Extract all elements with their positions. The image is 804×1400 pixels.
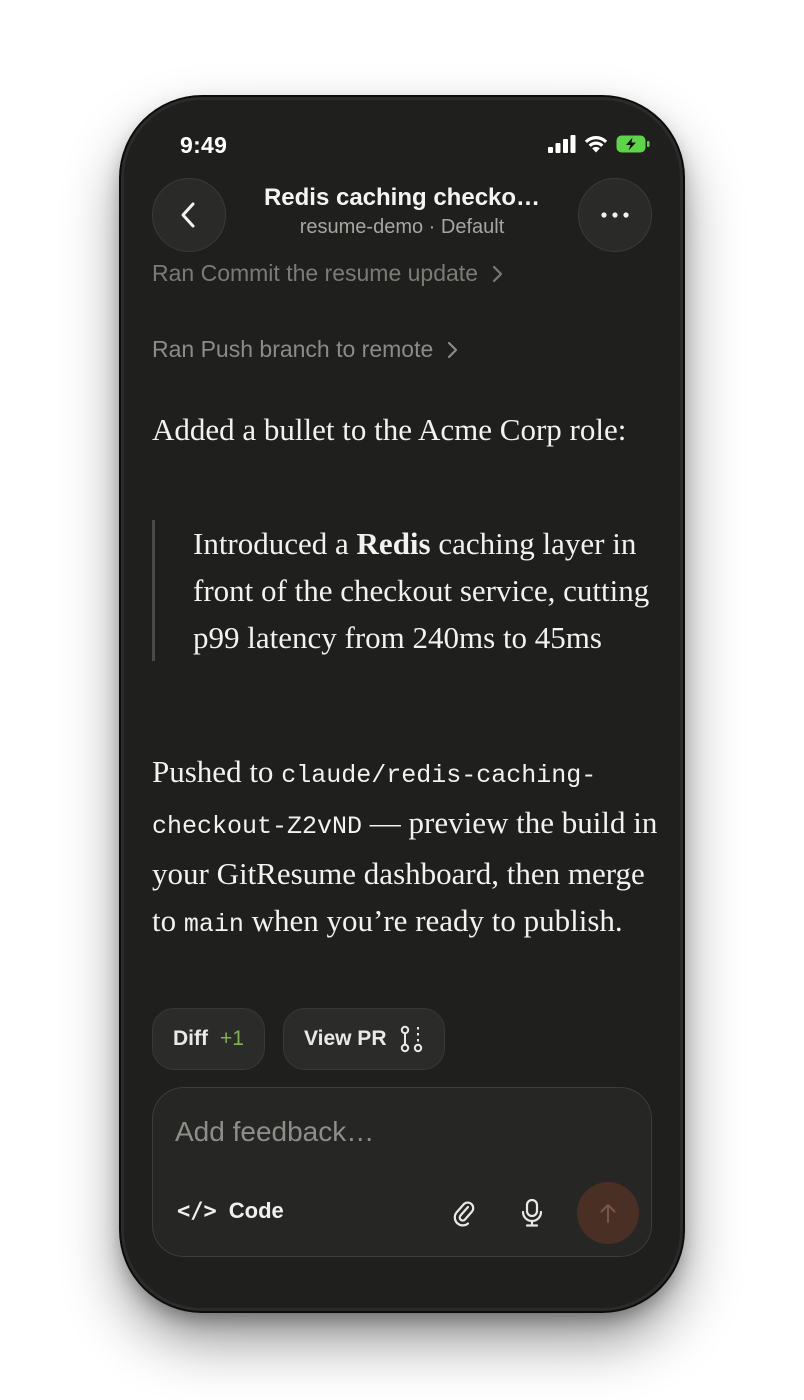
status-icons: [548, 134, 650, 153]
tool-step-commit[interactable]: Ran Commit the resume update: [152, 260, 504, 287]
view-pr-label: View PR: [304, 1027, 387, 1050]
message-outro: Pushed to claude/redis-caching-checkout-…: [152, 748, 658, 948]
wifi-icon: [584, 136, 608, 153]
conversation-header: Redis caching checko… resume-demo · Defa…: [234, 184, 570, 239]
conversation-subtitle: resume-demo · Default: [299, 216, 505, 238]
quote-text-bold: Redis: [356, 526, 431, 561]
more-icon: [601, 212, 629, 218]
tool-step-label: Ran Commit the resume update: [152, 260, 478, 286]
outro-prefix: Pushed to: [152, 754, 282, 789]
message-blockquote: Introduced a Redis caching layer in fron…: [152, 520, 652, 661]
battery-icon: [616, 135, 650, 152]
outro-suffix: when you’re ready to publish.: [243, 903, 623, 938]
more-options-button[interactable]: [578, 178, 652, 252]
chevron-right-icon: [448, 341, 458, 358]
chat-screen: 9:49 Redis caching checko… resume-demo ·…: [124, 100, 680, 1308]
view-pr-button[interactable]: View PR: [283, 1008, 446, 1070]
target-branch: main: [183, 910, 244, 939]
chevron-right-icon: [492, 265, 503, 282]
signal-icon: [548, 134, 576, 153]
back-button[interactable]: [152, 178, 226, 252]
phone-frame: 9:49 Redis caching checko… resume-demo ·…: [124, 100, 680, 1308]
diff-button[interactable]: Diff +1: [152, 1008, 265, 1070]
message-intro: Added a bullet to the Acme Corp role:: [152, 412, 627, 447]
attach-button[interactable]: [447, 1196, 481, 1230]
arrow-up-icon: [600, 1204, 616, 1223]
tool-step-push[interactable]: Ran Push branch to remote: [152, 336, 459, 363]
send-button[interactable]: [577, 1182, 639, 1244]
code-mode-button[interactable]: </> Code: [177, 1198, 284, 1224]
paperclip-icon: [453, 1201, 475, 1227]
conversation-title[interactable]: Redis caching checko…: [234, 184, 570, 212]
microphone-icon: [521, 1198, 543, 1227]
back-arrow-icon: [181, 202, 195, 228]
code-icon: </>: [177, 1198, 217, 1224]
microphone-button[interactable]: [515, 1196, 549, 1230]
status-time: 9:49: [180, 132, 228, 158]
feedback-input[interactable]: Add feedback…: [175, 1116, 374, 1148]
git-pr-icon: [401, 1025, 423, 1053]
code-label: Code: [228, 1198, 284, 1223]
diff-count: +1: [220, 1027, 244, 1050]
tool-step-label: Ran Push branch to remote: [152, 336, 434, 362]
quote-text-before: Introduced a: [193, 526, 357, 561]
composer: Add feedback… </> Code: [152, 1087, 652, 1257]
diff-label: Diff: [173, 1027, 208, 1050]
